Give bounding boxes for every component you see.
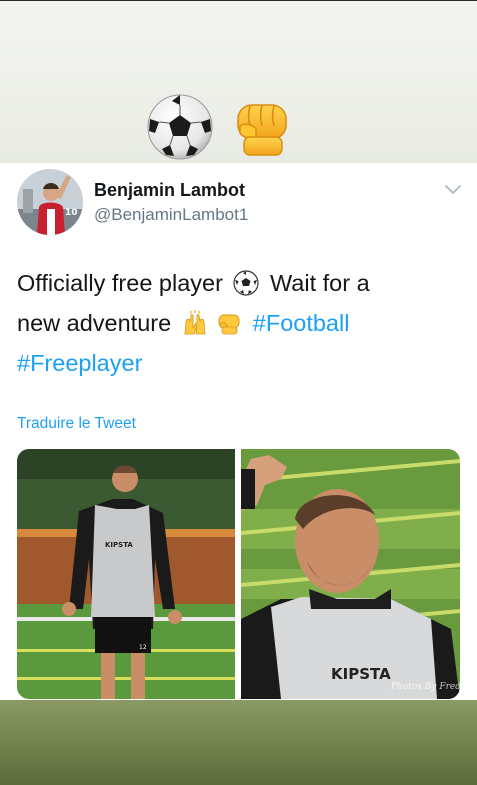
fist-bump-sticker[interactable] xyxy=(228,93,296,161)
tweet-card[interactable]: 10 Benjamin Lambot @BenjaminLambot1 Offi… xyxy=(0,163,477,700)
svg-text:10: 10 xyxy=(65,208,78,218)
author-display-name[interactable]: Benjamin Lambot xyxy=(94,180,245,201)
soccer-ball-emoji-icon xyxy=(233,270,260,296)
tweet-text-line-2: new adventure #Football xyxy=(17,303,462,343)
raising-hands-emoji-icon xyxy=(184,310,206,335)
hashtag-link-freeplayer[interactable]: #Freeplayer xyxy=(17,350,142,376)
hashtag-link-football[interactable]: #Football xyxy=(253,310,350,336)
left-shorts-number: 12 xyxy=(139,644,147,651)
tweet-text: Officially free player Wait for a new ad… xyxy=(17,263,462,383)
tweet-photo-right[interactable]: KIPSTA Photos By Fred xyxy=(241,449,460,699)
tweet-media-grid: KIPSTA 12 KIPSTA Photos By Fred xyxy=(17,449,460,699)
story-background-bottom xyxy=(0,700,477,785)
tweet-text-part: new adventure xyxy=(17,310,172,336)
fist-bump-emoji-icon xyxy=(218,314,240,335)
right-shirt-text: KIPSTA xyxy=(331,665,391,683)
player-closeup-photo: KIPSTA Photos By Fred xyxy=(241,449,460,699)
tweet-text-part: Officially free player xyxy=(17,270,223,296)
story-background-top xyxy=(0,0,477,163)
soccer-ball-sticker[interactable] xyxy=(146,93,214,161)
sticker-row xyxy=(146,93,296,161)
author-handle[interactable]: @BenjaminLambot1 xyxy=(94,205,248,225)
avatar[interactable]: 10 xyxy=(17,169,83,235)
photo-watermark: Photos By Fred xyxy=(390,682,460,692)
tweet-text-part: Wait for a xyxy=(270,270,370,296)
translate-tweet-link[interactable]: Traduire le Tweet xyxy=(17,415,136,433)
left-shirt-text: KIPSTA xyxy=(105,541,133,549)
tweet-text-line-3: #Freeplayer xyxy=(17,343,462,383)
chevron-down-icon[interactable] xyxy=(443,182,463,196)
tweet-photo-left[interactable]: KIPSTA 12 xyxy=(17,449,235,699)
player-full-body-photo: KIPSTA 12 xyxy=(17,449,235,699)
avatar-photo: 10 xyxy=(17,169,83,235)
tweet-text-line-1: Officially free player Wait for a xyxy=(17,263,462,303)
